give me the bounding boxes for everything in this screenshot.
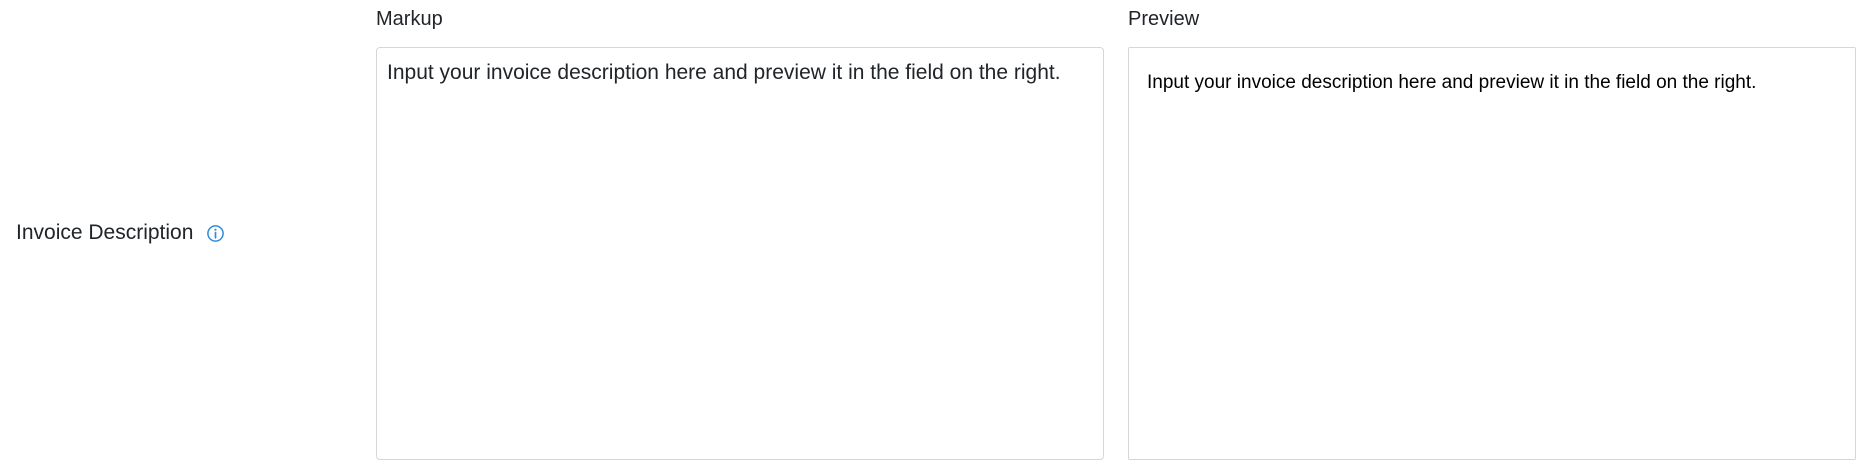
preview-label: Preview	[1128, 8, 1200, 30]
info-icon[interactable]	[206, 224, 225, 243]
invoice-description-text: Invoice Description	[16, 221, 194, 244]
markup-label: Markup	[376, 8, 443, 30]
invoice-description-label: Invoice Description	[16, 218, 225, 248]
preview-text: Input your invoice description here and …	[1147, 72, 1757, 93]
markup-textarea[interactable]: Input your invoice description here and …	[376, 47, 1104, 460]
preview-panel: Input your invoice description here and …	[1128, 47, 1856, 460]
